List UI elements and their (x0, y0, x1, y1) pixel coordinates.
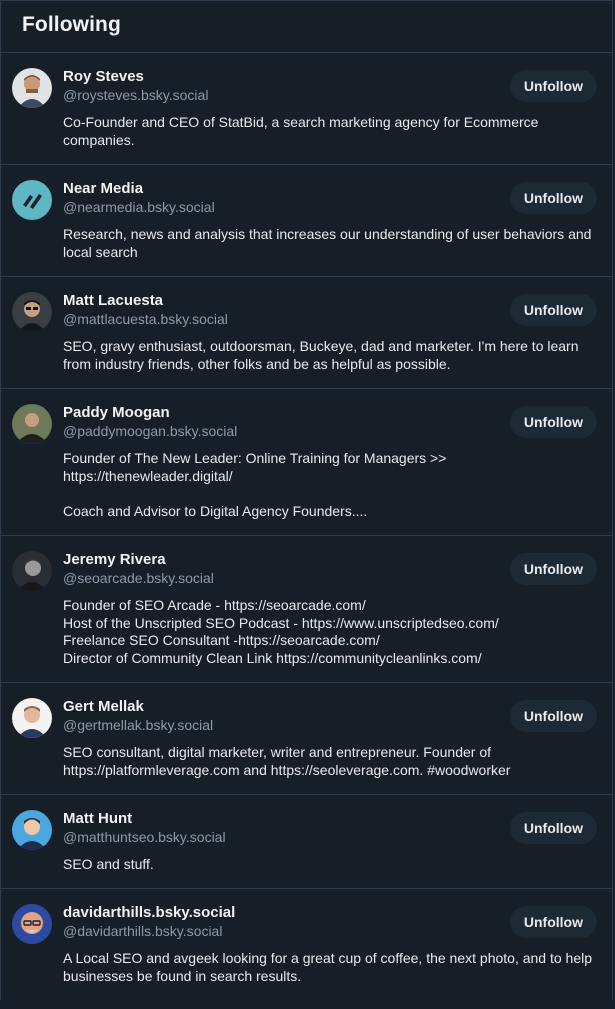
avatar[interactable] (12, 810, 52, 850)
list-item[interactable]: Matt Lacuesta @mattlacuesta.bsky.social … (1, 277, 612, 389)
account-bio: SEO consultant, digital marketer, writer… (63, 744, 511, 778)
avatar[interactable] (12, 404, 52, 444)
avatar[interactable] (12, 551, 52, 591)
unfollow-button[interactable]: Unfollow (509, 294, 597, 326)
unfollow-button[interactable]: Unfollow (509, 182, 597, 214)
following-panel: Following Roy Steves @roysteves.bsky.soc… (0, 0, 613, 1000)
list-item[interactable]: davidarthills.bsky.social @davidarthills… (1, 889, 612, 1009)
unfollow-button[interactable]: Unfollow (509, 812, 597, 844)
list-item[interactable]: Paddy Moogan @paddymoogan.bsky.social Fo… (1, 389, 612, 536)
account-bio: SEO and stuff. (63, 856, 154, 872)
account-bio: Co-Founder and CEO of StatBid, a search … (63, 114, 539, 148)
list-item[interactable]: Near Media @nearmedia.bsky.social Resear… (1, 165, 612, 277)
account-bio: Founder of The New Leader: Online Traini… (63, 450, 447, 519)
page-header: Following (1, 1, 612, 53)
account-bio: Research, news and analysis that increas… (63, 226, 592, 260)
list-item[interactable]: Matt Hunt @matthuntseo.bsky.social SEO a… (1, 795, 612, 889)
account-bio: Founder of SEO Arcade - https://seoarcad… (63, 597, 499, 666)
unfollow-button[interactable]: Unfollow (509, 70, 597, 102)
page-title: Following (22, 13, 121, 36)
list-item[interactable]: Roy Steves @roysteves.bsky.social Co-Fou… (1, 53, 612, 165)
unfollow-button[interactable]: Unfollow (509, 406, 597, 438)
account-bio: A Local SEO and avgeek looking for a gre… (63, 950, 592, 984)
account-bio: SEO, gravy enthusiast, outdoorsman, Buck… (63, 338, 579, 372)
list-item[interactable]: Gert Mellak @gertmellak.bsky.social SEO … (1, 683, 612, 795)
unfollow-button[interactable]: Unfollow (509, 553, 597, 585)
avatar[interactable] (12, 904, 52, 944)
avatar[interactable] (12, 292, 52, 332)
list-item[interactable]: Jeremy Rivera @seoarcade.bsky.social Fou… (1, 536, 612, 683)
unfollow-button[interactable]: Unfollow (509, 700, 597, 732)
avatar[interactable] (12, 180, 52, 220)
unfollow-button[interactable]: Unfollow (509, 906, 597, 938)
avatar[interactable] (12, 68, 52, 108)
avatar[interactable] (12, 698, 52, 738)
